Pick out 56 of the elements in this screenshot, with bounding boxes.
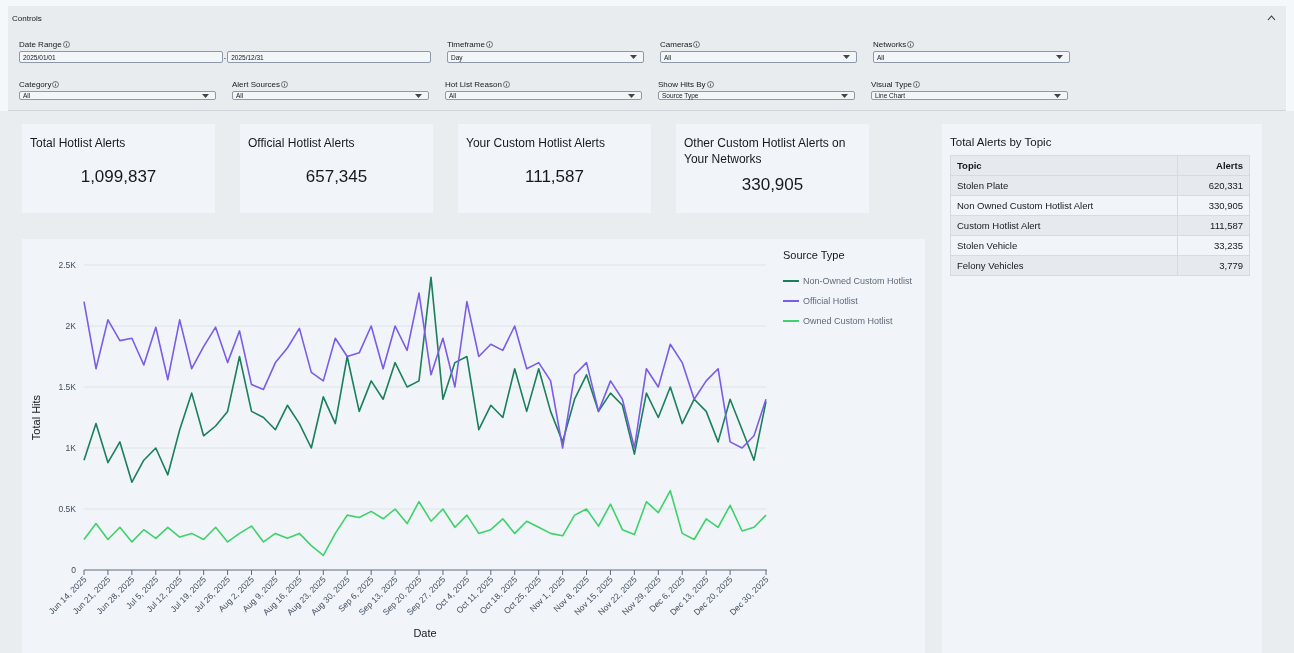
caret-icon (841, 93, 848, 98)
info-icon[interactable] (913, 80, 921, 88)
filter-label: Visual Type (871, 79, 913, 89)
info-icon[interactable] (52, 80, 60, 88)
legend-label[interactable]: Non-Owned Custom Hotlist (803, 276, 913, 286)
caret-icon (843, 55, 850, 59)
info-icon[interactable] (502, 80, 510, 88)
collapse-button[interactable] (1267, 15, 1276, 21)
y-axis-title: Total Hits (30, 394, 42, 441)
kpi-title: Your Custom Hotlist Alerts (466, 135, 606, 151)
info-icon[interactable] (907, 40, 915, 48)
y-tick-label: 2K (65, 321, 76, 331)
info-icon[interactable] (706, 80, 714, 88)
info-icon[interactable] (693, 40, 701, 48)
column-header: Alerts (1177, 155, 1250, 176)
kpi-value: 111,587 (525, 166, 584, 187)
table-cell: Felony Vehicles (950, 255, 1178, 276)
filter-label: Timeframe (447, 39, 485, 49)
legend-label[interactable]: Official Hotlist (803, 296, 858, 306)
panel-title: Controls (12, 13, 42, 23)
info-icon[interactable] (62, 40, 70, 48)
info-icon[interactable] (281, 80, 289, 88)
caret-icon (415, 93, 422, 98)
filter-label: Date Range (19, 39, 62, 49)
kpi-value: 330,905 (741, 174, 804, 195)
kpi-title: Total Hotlist Alerts (30, 135, 127, 151)
filter-label: Cameras (660, 39, 693, 49)
kpi-title: Other Custom Hotlist Alerts on Your Networks (684, 135, 847, 167)
legend-label[interactable]: Owned Custom Hotlist (803, 316, 893, 326)
caret-icon (202, 93, 209, 98)
table-cell: Stolen Plate (950, 175, 1178, 196)
legend-title: Source Type (783, 249, 845, 261)
kpi-value: 657,345 (305, 166, 368, 187)
filter-label: Category (19, 79, 52, 89)
y-tick-label: 1K (65, 443, 76, 453)
caret-icon (630, 55, 637, 59)
table-cell: Stolen Vehicle (950, 235, 1178, 256)
caret-icon (1056, 55, 1063, 59)
y-tick-label: 0 (71, 565, 76, 575)
filter-label: Networks (873, 39, 907, 49)
filter-label: Show Hits By (658, 79, 706, 89)
caret-icon (628, 93, 635, 98)
y-tick-label: 0.5K (58, 504, 76, 514)
kpi-value: 1,099,837 (80, 166, 157, 187)
caret-icon (1054, 93, 1061, 98)
kpi-title: Official Hotlist Alerts (248, 135, 356, 151)
table-cell: Custom Hotlist Alert (950, 215, 1178, 236)
y-tick-label: 1.5K (58, 382, 76, 392)
filter-label: Hot List Reason (445, 79, 502, 89)
y-tick-label: 2.5K (58, 260, 76, 270)
column-header: Topic (950, 155, 1178, 176)
filter-label: Alert Sources (232, 79, 281, 89)
info-icon[interactable] (485, 40, 493, 48)
table-cell: Non Owned Custom Hotlist Alert (950, 195, 1178, 216)
x-axis-title: Date (413, 627, 437, 639)
table-title: Total Alerts by Topic (950, 136, 1053, 148)
